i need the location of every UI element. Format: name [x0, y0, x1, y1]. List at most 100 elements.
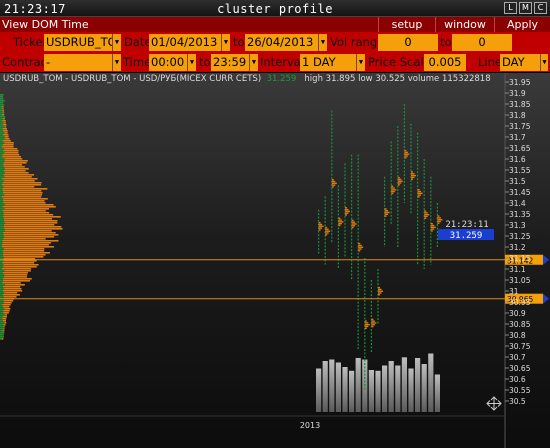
- profile-bar-green: [0, 212, 4, 214]
- volume-bar: [415, 358, 421, 412]
- time-to-field[interactable]: 23:59: [211, 54, 249, 71]
- cluster-poc: [331, 184, 336, 186]
- profile-bar: [0, 192, 43, 194]
- cluster-poc: [351, 223, 357, 225]
- cluster-poc: [338, 224, 341, 227]
- line-select[interactable]: DAY: [500, 54, 540, 71]
- profile-bar-green: [0, 244, 3, 246]
- cluster-poc: [437, 219, 443, 221]
- cluster-poc: [404, 151, 408, 154]
- profile-bar-green: [0, 104, 5, 106]
- vol-to-field[interactable]: 0: [452, 34, 512, 51]
- menu-window[interactable]: window: [436, 17, 494, 32]
- volume-bar: [428, 353, 434, 412]
- ticker-select[interactable]: USDRUB_TOM: [44, 34, 112, 51]
- profile-bar: [0, 184, 42, 186]
- profile-bar-green: [0, 110, 3, 112]
- interval-label: Interval: [260, 55, 305, 69]
- profile-bar: [0, 240, 59, 242]
- profile-bar: [0, 272, 28, 274]
- ticker-dropdown-icon[interactable]: ▼: [112, 34, 121, 51]
- profile-bar-green: [0, 198, 4, 200]
- profile-bar-green: [0, 296, 4, 298]
- cluster-poc: [364, 320, 367, 322]
- profile-bar-green: [0, 278, 4, 280]
- profile-bar-green: [0, 118, 4, 120]
- profile-bar-green: [0, 254, 3, 256]
- contract-dropdown-icon[interactable]: ▼: [112, 54, 121, 71]
- profile-bar-green: [0, 128, 3, 130]
- time-from-field[interactable]: 00:00: [149, 54, 187, 71]
- vol-range-label: Vol range: [330, 35, 385, 49]
- profile-bar: [0, 188, 48, 190]
- price-tick-label: 31.2: [509, 243, 526, 252]
- price-tick-label: 30.55: [509, 386, 531, 395]
- price-tick-label: 31.8: [509, 111, 526, 120]
- price-tick-label: 31.55: [509, 166, 531, 175]
- profile-bar-green: [0, 282, 3, 284]
- time-to-dropdown-icon[interactable]: ▼: [249, 54, 258, 71]
- profile-bar-green: [0, 144, 3, 146]
- profile-bar: [0, 204, 54, 206]
- volume-bar: [434, 374, 440, 412]
- profile-bar: [0, 190, 42, 192]
- interval-dropdown-icon[interactable]: ▼: [356, 54, 365, 71]
- profile-bar-green: [0, 252, 4, 254]
- date-to-dropdown-icon[interactable]: ▼: [318, 34, 327, 51]
- profile-bar-green: [0, 152, 5, 154]
- profile-bar-green: [0, 304, 3, 306]
- x-axis-label-2013: 2013: [300, 421, 320, 430]
- date-from-field[interactable]: 01/04/2013: [149, 34, 221, 51]
- time-from-dropdown-icon[interactable]: ▼: [187, 54, 196, 71]
- price-scale-field[interactable]: 0.005: [424, 54, 466, 71]
- profile-bar-green: [0, 314, 5, 316]
- window-link-button[interactable]: L: [504, 2, 517, 14]
- profile-bar-green: [0, 180, 5, 182]
- menu-bar: View DOM Time Interval setup window Appl…: [0, 17, 550, 46]
- profile-bar: [0, 218, 52, 220]
- menu-setup[interactable]: setup: [379, 17, 435, 32]
- volume-bar: [388, 361, 394, 412]
- profile-bar-green: [0, 268, 3, 270]
- menu-view-dom-time-interval[interactable]: View DOM Time Interval: [2, 17, 128, 46]
- cluster-poc: [358, 246, 364, 248]
- cluster-poc: [417, 196, 420, 198]
- date-to-field[interactable]: 26/04/2013: [245, 34, 318, 51]
- profile-bar-green: [0, 178, 3, 180]
- price-tick-label: 31.25: [509, 232, 531, 241]
- date-from-dropdown-icon[interactable]: ▼: [221, 34, 230, 51]
- profile-bar-green: [0, 250, 3, 252]
- cluster-poc: [358, 244, 362, 247]
- profile-bar-green: [0, 122, 4, 124]
- profile-bar-green: [0, 214, 4, 216]
- interval-select[interactable]: 1 DAY: [300, 54, 356, 71]
- profile-bar: [0, 234, 59, 236]
- window-minimize-button[interactable]: M: [519, 2, 532, 14]
- window-close-button[interactable]: C: [534, 2, 547, 14]
- profile-bar: [0, 228, 63, 230]
- volume-bar: [401, 357, 407, 413]
- volume-bar: [342, 367, 348, 412]
- contract-select[interactable]: -: [44, 54, 112, 71]
- menu-apply[interactable]: Apply: [495, 17, 550, 32]
- profile-bar-green: [0, 160, 5, 162]
- profile-bar-green: [0, 186, 4, 188]
- profile-bar-green: [0, 286, 3, 288]
- cluster-poc: [325, 226, 328, 229]
- price-tick-label: 31.85: [509, 100, 531, 109]
- cluster-poc: [318, 227, 323, 229]
- profile-bar-green: [0, 334, 4, 336]
- profile-bar-green: [0, 132, 5, 134]
- profile-bar-green: [0, 222, 5, 224]
- cluster-poc: [391, 192, 394, 195]
- vol-from-field[interactable]: 0: [378, 34, 438, 51]
- chart-area[interactable]: 31.14230.965 31.9531.931.8531.831.7531.7…: [0, 73, 550, 448]
- profile-bar-green: [0, 248, 4, 250]
- line-dropdown-icon[interactable]: ▼: [540, 54, 548, 71]
- profile-bar-green: [0, 338, 2, 340]
- profile-bar-green: [0, 196, 2, 198]
- profile-bar-green: [0, 272, 3, 274]
- price-tick-label: 30.5: [509, 397, 526, 406]
- cluster-poc: [404, 155, 408, 157]
- cluster-poc: [424, 212, 428, 214]
